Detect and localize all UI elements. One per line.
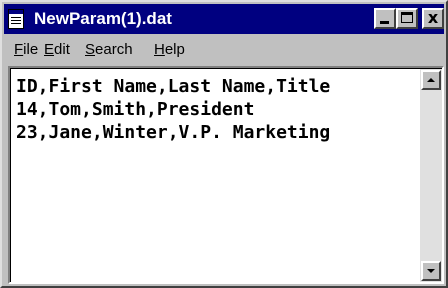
close-button[interactable]: x	[422, 8, 444, 29]
notepad-app-icon[interactable]	[8, 9, 24, 29]
menu-file[interactable]: File	[14, 41, 38, 59]
menu-bar: File Edit Search Help	[4, 36, 444, 64]
text-line: 23,Jane,Winter,V.P. Marketing	[16, 122, 331, 143]
minimize-icon	[380, 21, 389, 24]
editor-text[interactable]: ID,First Name,Last Name,Title 14,Tom,Smit…	[16, 75, 411, 144]
scroll-down-button[interactable]	[421, 261, 441, 281]
scroll-up-button[interactable]	[421, 70, 441, 90]
maximize-button[interactable]	[396, 8, 418, 29]
window-title: NewParam(1).dat	[34, 9, 172, 28]
menu-help[interactable]: Help	[154, 41, 185, 59]
maximize-icon	[401, 12, 413, 23]
menu-search[interactable]: Search	[85, 41, 133, 59]
vertical-scrollbar[interactable]	[420, 69, 442, 282]
text-line: 14,Tom,Smith,President	[16, 99, 255, 120]
title-bar[interactable]: NewParam(1).dat x	[4, 4, 444, 34]
text-line: ID,First Name,Last Name,Title	[16, 76, 331, 97]
notepad-window: NewParam(1).dat x File Edit Search Help …	[0, 0, 448, 288]
menu-edit[interactable]: Edit	[44, 41, 70, 59]
minimize-button[interactable]	[374, 8, 396, 29]
arrow-up-icon	[427, 78, 435, 82]
close-icon: x	[427, 8, 439, 27]
arrow-down-icon	[427, 269, 435, 273]
text-editor[interactable]: ID,First Name,Last Name,Title 14,Tom,Smit…	[8, 66, 444, 284]
